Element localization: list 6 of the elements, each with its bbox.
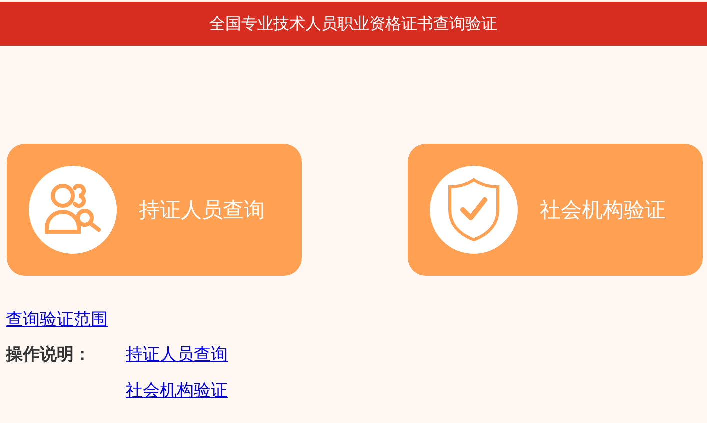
instructions-label: 操作说明： [6, 344, 92, 367]
page-title: 全国专业技术人员职业资格证书查询验证 [210, 14, 498, 34]
instruction-link[interactable]: 社会机构验证 [126, 379, 228, 402]
scope-link[interactable]: 查询验证范围 [6, 308, 108, 331]
instruction-link[interactable]: 持证人员查询 [126, 343, 228, 366]
shield-check-icon [447, 178, 501, 242]
